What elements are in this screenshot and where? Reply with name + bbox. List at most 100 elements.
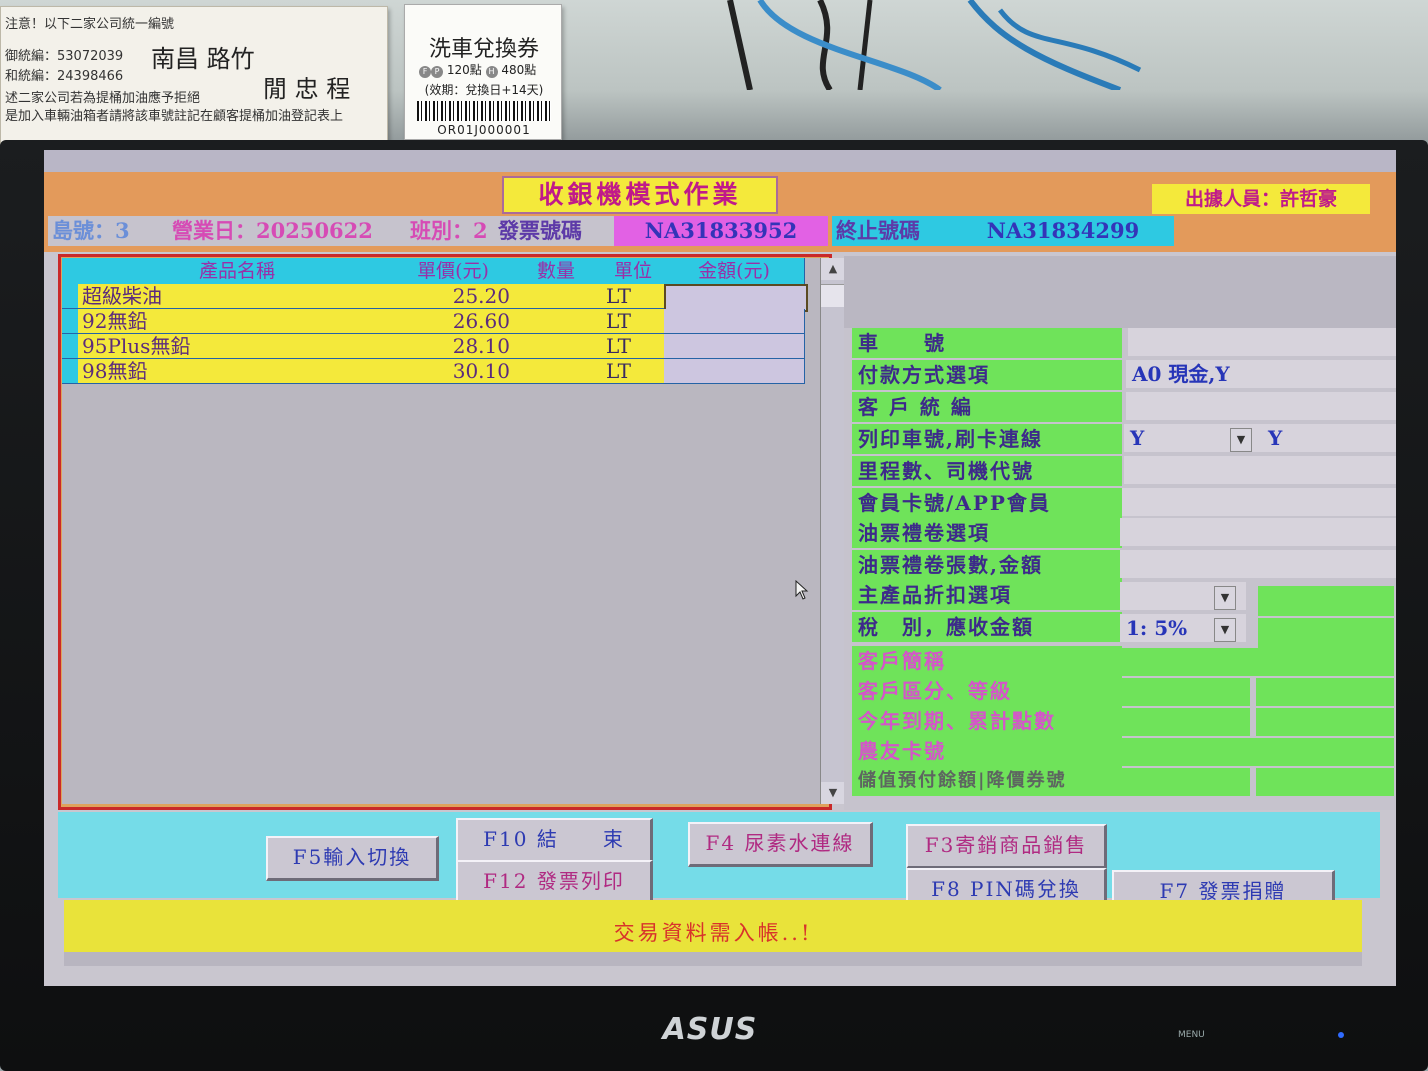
coupon-points: FP 120點 H 480點 (419, 61, 536, 78)
f3-consignment-sale-button[interactable]: F3寄銷商品銷售 (906, 824, 1107, 869)
notice-line: 和統編：24398466 (5, 69, 124, 84)
column-header-price[interactable]: 單價(元) (396, 258, 511, 284)
scroll-down-icon[interactable]: ▼ (821, 782, 845, 804)
prepaid-balance-display (1118, 768, 1250, 796)
customer-name-display (1118, 648, 1394, 676)
coupon-title: 洗車兌換券 (428, 37, 539, 62)
row-selector[interactable] (62, 309, 78, 334)
voucher-count-input[interactable] (1120, 550, 1260, 578)
voucher-option-select[interactable] (1120, 518, 1396, 546)
notice-line: 注意！以下二家公司統一編號 (5, 17, 175, 32)
row-selector[interactable] (62, 334, 78, 359)
f10-end-button[interactable]: F10 結 束 (456, 818, 653, 863)
table-cell-unit[interactable]: LT (602, 334, 669, 359)
member-card-input[interactable] (1122, 488, 1262, 516)
expiry-label: 今年到期、累計點數 (852, 706, 1122, 738)
coupon-points-h: 480點 (501, 63, 537, 77)
table-cell-unit[interactable]: LT (602, 309, 669, 334)
status-message: 交易資料需入帳..! (64, 900, 1362, 952)
menu-button-label: MENU (1178, 1030, 1205, 1040)
f12-print-invoice-button[interactable]: F12 發票列印 (456, 860, 653, 905)
transaction-form: 車 號 付款方式選項 A0 現金,Y 客 戶 統 編 列印車號,刷卡連線 Y ▼… (844, 256, 1396, 810)
app-member-input[interactable] (1262, 488, 1396, 516)
status-footer (64, 952, 1362, 966)
table-cell-price[interactable]: 30.10 (396, 359, 515, 384)
row-selector[interactable] (62, 359, 78, 384)
chevron-down-icon[interactable]: ▼ (1230, 428, 1252, 452)
coupon-number-display (1256, 768, 1394, 796)
column-header-name[interactable]: 產品名稱 (78, 258, 397, 284)
scroll-thumb[interactable] (821, 284, 845, 307)
table-cell-price[interactable]: 25.20 (396, 284, 515, 309)
mouse-cursor-icon (795, 580, 809, 600)
table-cell-product[interactable]: 92無鉛 (78, 309, 401, 334)
grid-scrollbar[interactable]: ▲ ▼ (820, 258, 845, 804)
chevron-down-icon[interactable]: ▼ (1214, 618, 1236, 642)
handwritten-note: 閒 忠 程 (263, 75, 351, 103)
prepaid-label: 儲值預付餘額|降價券號 (852, 766, 1122, 798)
coupon-points-fp: 120點 (446, 63, 482, 77)
table-cell-unit[interactable]: LT (602, 359, 669, 384)
table-cell-qty[interactable] (510, 284, 603, 309)
chevron-down-icon[interactable]: ▼ (1214, 586, 1236, 610)
shift-number: 班別：2 (396, 216, 506, 246)
f4-urea-link-button[interactable]: F4 尿素水連線 (688, 822, 873, 867)
table-cell-amount[interactable] (664, 284, 808, 312)
f5-input-toggle-button[interactable]: F5輸入切換 (266, 836, 439, 881)
print-plate-label: 列印車號,刷卡連線 (852, 424, 1122, 456)
h-icon: H (485, 66, 498, 78)
voucher-option-label: 油票禮卷選項 (852, 518, 1122, 550)
background-window-strip (44, 150, 1396, 172)
notice-line: 御統編：53072039 (5, 49, 124, 64)
table-cell-qty[interactable] (510, 309, 603, 334)
table-cell-product[interactable]: 超級柴油 (78, 284, 401, 309)
info-row: 島號：3 營業日：20250622 班別：2 發票號碼 NA31833952 終… (44, 216, 1396, 252)
operator-label: 出據人員：許哲豪 (1152, 184, 1370, 214)
voucher-count-label: 油票禮卷張數,金額 (852, 550, 1122, 582)
table-cell-price[interactable]: 28.10 (396, 334, 515, 359)
customer-class-label: 客戶區分、等級 (852, 676, 1122, 708)
fp-icon: P (431, 66, 443, 78)
table-cell-qty[interactable] (510, 359, 603, 384)
column-header-qty[interactable]: 數量 (510, 258, 603, 284)
driver-code-input[interactable] (1262, 456, 1396, 484)
column-header-unit[interactable]: 單位 (602, 258, 665, 284)
fp-icon: F (419, 66, 431, 78)
payment-label: 付款方式選項 (852, 360, 1122, 392)
notice-sticker: 注意！以下二家公司統一編號 御統編：53072039 和統編：24398466 … (0, 6, 388, 144)
voucher-amount-input[interactable] (1260, 550, 1396, 578)
barcode-icon (417, 101, 551, 121)
row-selector[interactable] (62, 284, 78, 309)
table-cell-price[interactable]: 26.60 (396, 309, 515, 334)
customer-level-display (1256, 678, 1394, 706)
table-cell-amount[interactable] (664, 309, 805, 334)
end-number-label: 終止號碼 (832, 216, 952, 246)
product-grid: 產品名稱 單價(元) 數量 單位 金額(元) 超級柴油 25.20 LT 92無… (62, 258, 826, 804)
plate-input[interactable] (1128, 328, 1396, 356)
scroll-up-icon[interactable]: ▲ (821, 258, 845, 280)
cables (727, 0, 1142, 90)
table-cell-unit[interactable]: LT (602, 284, 669, 309)
tax-label: 稅 別，應收金額 (852, 612, 1122, 644)
expiry-display (1118, 708, 1250, 736)
customer-class-display (1118, 678, 1250, 706)
table-cell-amount[interactable] (664, 359, 805, 384)
payment-select[interactable]: A0 現金,Y (1126, 360, 1396, 388)
table-cell-qty[interactable] (510, 334, 603, 359)
tax-id-input[interactable] (1126, 392, 1396, 420)
receivable-amount-display (1258, 618, 1394, 648)
table-cell-amount[interactable] (664, 334, 805, 359)
mileage-input[interactable] (1124, 456, 1262, 484)
invoice-label: 發票號碼 (492, 216, 616, 246)
app-title: 收銀機模式作業 (502, 176, 778, 214)
end-number: NA31834299 (952, 216, 1174, 246)
coupon-validity: (效期：兌換日+14天) (424, 83, 544, 97)
card-link-select[interactable]: Y (1262, 424, 1396, 452)
monitor-logo: ASUS (662, 1012, 758, 1047)
table-cell-product[interactable]: 95Plus無鉛 (78, 334, 401, 359)
plate-label: 車 號 (852, 328, 1122, 360)
table-cell-product[interactable]: 98無鉛 (78, 359, 401, 384)
member-label: 會員卡號/APP會員 (852, 488, 1122, 520)
column-header-amount[interactable]: 金額(元) (664, 258, 805, 284)
car-wash-coupon: 洗車兌換券 FP 120點 H 480點 (效期：兌換日+14天) OR01J0… (404, 4, 562, 140)
